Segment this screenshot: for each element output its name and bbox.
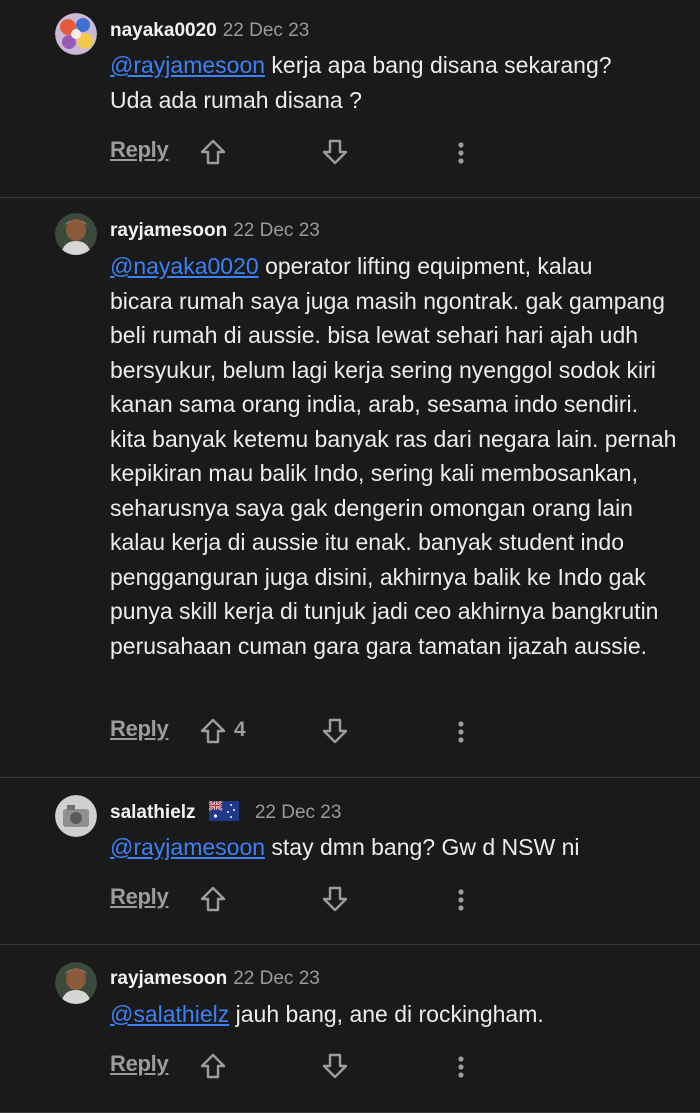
- comment-text-continued: bicara rumah saya juga masih ngontrak. g…: [110, 287, 677, 659]
- avatar[interactable]: [55, 13, 97, 55]
- comment-actions: Reply 4: [110, 716, 700, 748]
- comment-actions: Reply: [110, 137, 700, 169]
- comment-text-continued: Uda ada rumah disana ?: [110, 86, 362, 113]
- comment-actions: Reply: [110, 1051, 700, 1083]
- reply-button[interactable]: Reply: [110, 1051, 169, 1077]
- avatar[interactable]: [55, 213, 97, 255]
- upvote-arrow-icon[interactable]: [200, 139, 226, 165]
- australia-flag: [208, 801, 239, 821]
- comment-body: @salathielz jauh bang, ane di rockingham…: [110, 997, 678, 1032]
- user-mention[interactable]: @rayjamesoon: [110, 52, 265, 78]
- reply-button[interactable]: Reply: [110, 884, 169, 910]
- comment: rayjamesoon 22 Dec 23 @nayaka0020 operato…: [0, 198, 700, 778]
- upvote-arrow-icon[interactable]: [200, 718, 226, 744]
- comment-date: 22 Dec 23: [233, 968, 320, 989]
- comment: rayjamesoon 22 Dec 23 @salathielz jauh ba…: [0, 945, 700, 1113]
- downvote-arrow-icon[interactable]: [322, 718, 348, 744]
- more-options-icon[interactable]: [457, 1055, 465, 1079]
- downvote-arrow-icon[interactable]: [322, 886, 348, 912]
- user-mention[interactable]: @rayjamesoon: [110, 834, 265, 860]
- user-mention[interactable]: @salathielz: [110, 1001, 229, 1027]
- comment-body: @rayjamesoon kerja apa bang disana sekar…: [110, 48, 678, 117]
- user-mention[interactable]: @nayaka0020: [110, 253, 259, 279]
- comment-actions: Reply: [110, 884, 700, 916]
- comment: nayaka0020 22 Dec 23 @rayjamesoon kerja a…: [0, 0, 700, 198]
- avatar[interactable]: [55, 962, 97, 1004]
- comment-text: stay dmn bang? Gw d NSW ni: [265, 834, 580, 860]
- avatar[interactable]: [55, 795, 97, 837]
- comment-header: nayaka0020 22 Dec 23: [110, 20, 309, 42]
- downvote-arrow-icon[interactable]: [322, 1053, 348, 1079]
- downvote-arrow-icon[interactable]: [322, 139, 348, 165]
- upvote-count: 4: [234, 718, 246, 741]
- comment-text: jauh bang, ane di rockingham.: [229, 1001, 544, 1027]
- comment-text: kerja apa bang disana sekarang?: [265, 52, 612, 78]
- comment: salathielz 22 Dec 23 @rayjamesoon stay d…: [0, 778, 700, 945]
- comment-date: 22 Dec 23: [254, 802, 342, 823]
- username[interactable]: nayaka0020: [110, 20, 217, 41]
- upvote-arrow-icon[interactable]: [200, 1053, 226, 1079]
- comment-header: rayjamesoon 22 Dec 23: [110, 220, 320, 242]
- comment-header: salathielz 22 Dec 23: [110, 801, 341, 824]
- comment-body: @rayjamesoon stay dmn bang? Gw d NSW ni: [110, 830, 678, 865]
- comment-date: 22 Dec 23: [233, 220, 320, 241]
- comment-header: rayjamesoon 22 Dec 23: [110, 968, 320, 990]
- comment-text: operator lifting equipment, kalau: [258, 253, 593, 279]
- more-options-icon[interactable]: [457, 141, 465, 165]
- upvote-arrow-icon[interactable]: [200, 886, 226, 912]
- username[interactable]: salathielz: [110, 802, 196, 823]
- reply-button[interactable]: Reply: [110, 716, 169, 742]
- username[interactable]: rayjamesoon: [110, 220, 227, 241]
- comment-body: @nayaka0020 operator lifting equipment, …: [110, 249, 678, 663]
- more-options-icon[interactable]: [457, 720, 465, 744]
- more-options-icon[interactable]: [457, 888, 465, 912]
- comment-date: 22 Dec 23: [222, 20, 310, 41]
- username[interactable]: rayjamesoon: [110, 968, 227, 989]
- reply-button[interactable]: Reply: [110, 137, 169, 163]
